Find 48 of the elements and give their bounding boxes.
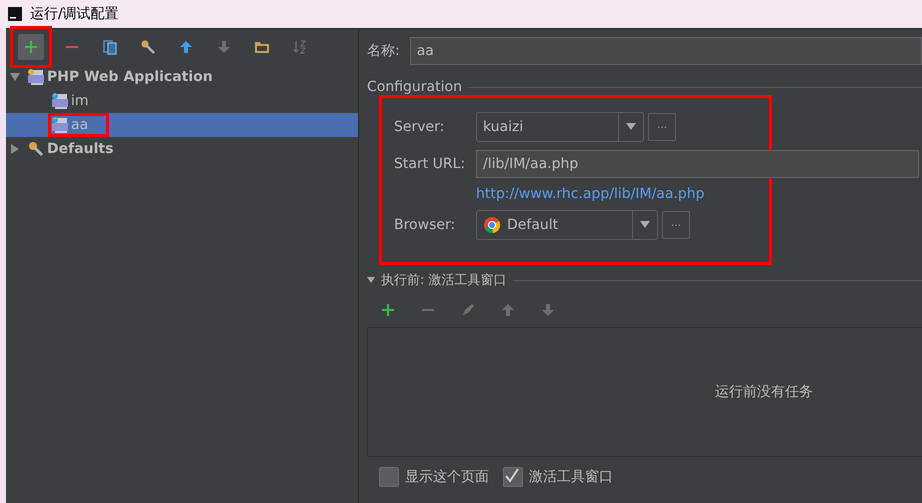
empty-message: 运行前没有任务 [715,383,813,401]
name-field[interactable]: aa [410,37,922,65]
group-title: Configuration [367,79,462,95]
expand-arrow-icon[interactable] [10,144,20,154]
sort-icon [292,39,308,55]
arrow-down-icon [216,39,232,55]
plus-icon [380,302,396,318]
checkbox-label: 激活工具窗口 [529,468,613,486]
chrome-icon [483,216,501,234]
server-dropdown[interactable]: kuaizi [476,112,644,142]
toolbar-button[interactable] [18,34,44,60]
collapse-arrow-icon[interactable] [367,276,375,284]
tree-item[interactable]: Defaults [6,137,358,161]
minus-icon [64,45,80,49]
more-button[interactable]: ··· [662,211,690,239]
checkbox-label: 显示这个页面 [405,468,489,486]
more-button[interactable]: ··· [648,113,676,141]
arrow-up-icon [178,39,194,55]
start-url-label: Start URL: [394,156,466,172]
window-title: 运行/调试配置 [30,5,119,23]
tree-item-label: aa [48,113,110,137]
minus-icon [420,308,436,312]
tree-item-label: PHP Web Application [24,65,234,89]
tree-item-label: Defaults [24,137,134,161]
url-link[interactable]: http://www.rhc.app/lib/IM/aa.php [476,186,757,202]
server-label: Server: [394,119,446,135]
browser-dropdown[interactable]: Default [476,210,658,240]
tree-item-label: im [48,89,110,113]
browser-label: Browser: [394,217,456,233]
section-title: 执行前: 激活工具窗口 [381,272,507,289]
php-file-icon [27,68,45,86]
arrow-up-icon [500,302,516,318]
dropdown-arrow-icon [640,221,650,229]
name-label: 名称: [367,42,400,60]
php-file-icon [51,92,69,110]
checkbox[interactable] [379,467,399,487]
checkmark-icon [504,468,520,484]
arrow-down-icon [540,302,556,318]
checkbox[interactable] [503,467,523,487]
dropdown-arrow-icon [626,123,636,131]
tree-item[interactable]: PHP Web Application [6,65,358,89]
start-url-field[interactable]: /lib/IM/aa.php [476,150,919,178]
php-file-icon [51,116,69,134]
folder-icon [254,39,270,55]
copy-icon [102,39,118,55]
tree-item[interactable]: im [6,89,358,113]
collapse-arrow-icon[interactable] [10,72,20,82]
plus-icon [23,39,39,55]
